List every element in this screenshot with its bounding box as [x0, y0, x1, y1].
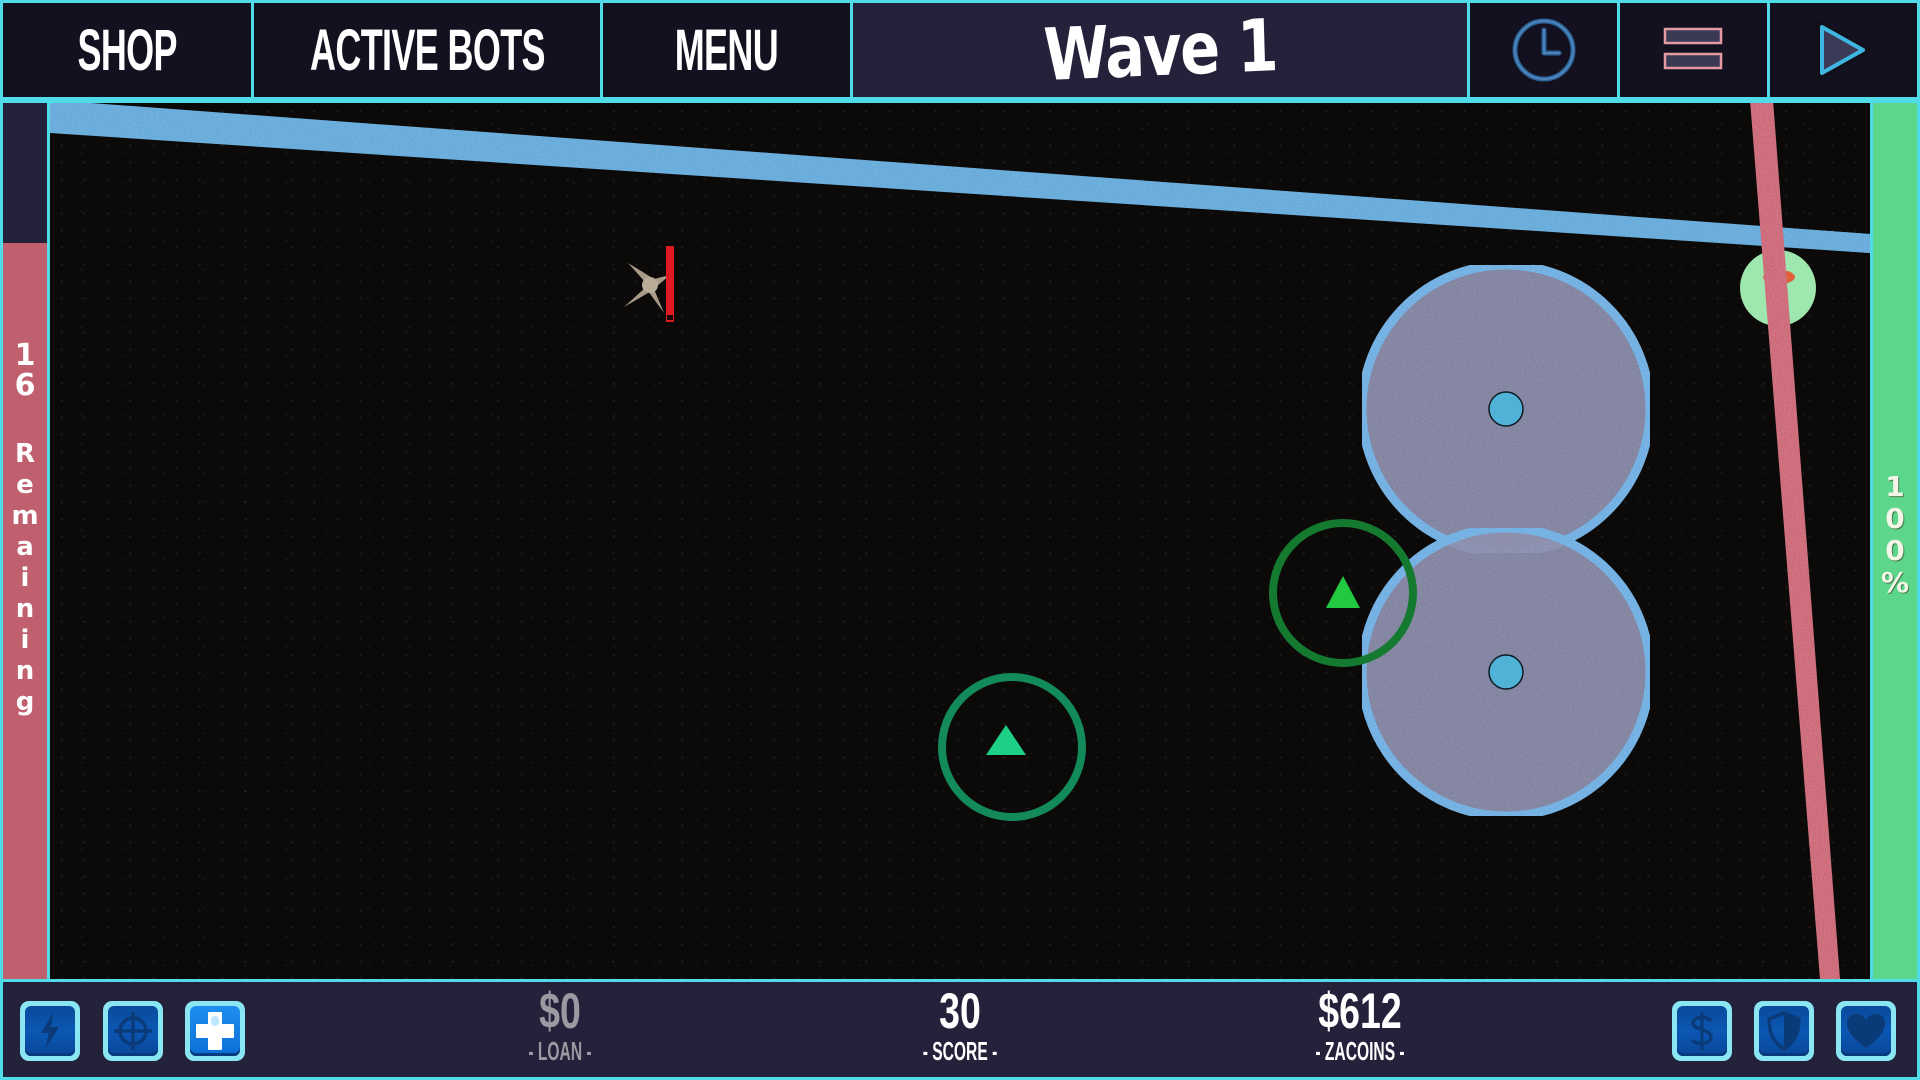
remaining-word-char: i [20, 563, 30, 593]
remaining-word-char: m [11, 501, 39, 531]
active-bots-label: ACTIVE BOTS [309, 17, 546, 83]
tower-core [1488, 391, 1524, 427]
bottom-bar: $0 - LOAN - 30 - SCORE - $612 - ZACOINS … [3, 982, 1917, 1077]
tower-core [1488, 654, 1524, 690]
loan-stat[interactable]: $0 - LOAN - [460, 984, 660, 1066]
field-canvas[interactable] [50, 103, 1870, 979]
pause-icon [1663, 27, 1722, 70]
heart-powerup[interactable] [1836, 1001, 1896, 1061]
shield-icon [1767, 1011, 1801, 1052]
score-value: 30 [939, 983, 981, 1039]
top-bar: SHOP ACTIVE BOTS MENU Wave 1 [0, 0, 1920, 100]
shield-powerup[interactable] [1754, 1001, 1814, 1061]
loan-value: $0 [539, 983, 581, 1039]
score-stat: 30 - SCORE - [860, 984, 1060, 1066]
speed-button[interactable] [1470, 3, 1617, 97]
dollar-icon [1690, 1012, 1713, 1050]
wave-label: Wave 1 [1042, 3, 1278, 97]
remaining-count-char: 1 [14, 338, 36, 373]
base-health-label: 1 0 0% [1873, 473, 1917, 601]
zacoins-value: $612 [1318, 983, 1402, 1039]
loan-label: - LOAN - [528, 1036, 592, 1066]
bot-lower[interactable] [938, 673, 1086, 821]
remaining-word-char: i [20, 625, 30, 655]
play-button[interactable] [1770, 3, 1917, 97]
blue-lane [50, 103, 1870, 253]
remaining-word-char: R [14, 439, 36, 469]
remaining-word-char: n [15, 656, 35, 686]
game-field[interactable] [50, 103, 1870, 979]
clock-icon [1512, 18, 1575, 82]
shop-label: SHOP [77, 17, 177, 83]
shop-button[interactable]: SHOP [3, 3, 251, 97]
spiked-enemy[interactable] [624, 246, 674, 322]
remaining-count-char: 6 [14, 368, 36, 403]
remaining-word-char: g [15, 687, 35, 717]
blue-lane-overlay [1730, 224, 1870, 253]
triangle-bot-icon [986, 725, 1026, 755]
enemies-remaining-count: 16 [3, 341, 47, 401]
remaining-word-char: e [16, 470, 34, 500]
freeze-tower-lower[interactable] [1357, 523, 1655, 821]
enemies-remaining-label: Remaining [3, 441, 47, 720]
heal-powerup[interactable] [185, 1001, 245, 1061]
remaining-word-char: n [15, 594, 35, 624]
spiked-enemy-icon [624, 263, 670, 313]
triangle-bot-icon [1326, 576, 1360, 608]
health-char: 0 [1885, 502, 1905, 535]
pause-button[interactable] [1620, 3, 1767, 97]
health-char: 0 [1885, 534, 1905, 567]
lightning-icon [41, 1013, 59, 1049]
enemies-remaining-bar: 16 Remaining [3, 103, 47, 979]
wave-indicator: Wave 1 [853, 3, 1467, 97]
health-char: 1 [1885, 470, 1905, 503]
base-health-bar: 1 0 0% [1873, 103, 1917, 979]
health-char: % [1880, 566, 1910, 599]
plus-icon [196, 1012, 234, 1050]
freeze-tower-upper[interactable] [1357, 260, 1655, 558]
active-bots-button[interactable]: ACTIVE BOTS [254, 3, 600, 97]
zacoins-stat: $612 - ZACOINS - [1260, 984, 1460, 1066]
zacoins-label: - ZACOINS - [1315, 1036, 1405, 1066]
heart-icon [1847, 1014, 1885, 1048]
remaining-word-char: a [16, 532, 34, 562]
menu-button[interactable]: MENU [603, 3, 850, 97]
play-icon [1816, 19, 1871, 81]
money-powerup[interactable] [1672, 1001, 1732, 1061]
score-label: - SCORE - [922, 1036, 998, 1066]
lightning-powerup[interactable] [20, 1001, 80, 1061]
target-powerup[interactable] [103, 1001, 163, 1061]
menu-label: MENU [674, 17, 779, 83]
crosshair-icon [114, 1012, 152, 1050]
enemy-health-bar [666, 246, 674, 322]
